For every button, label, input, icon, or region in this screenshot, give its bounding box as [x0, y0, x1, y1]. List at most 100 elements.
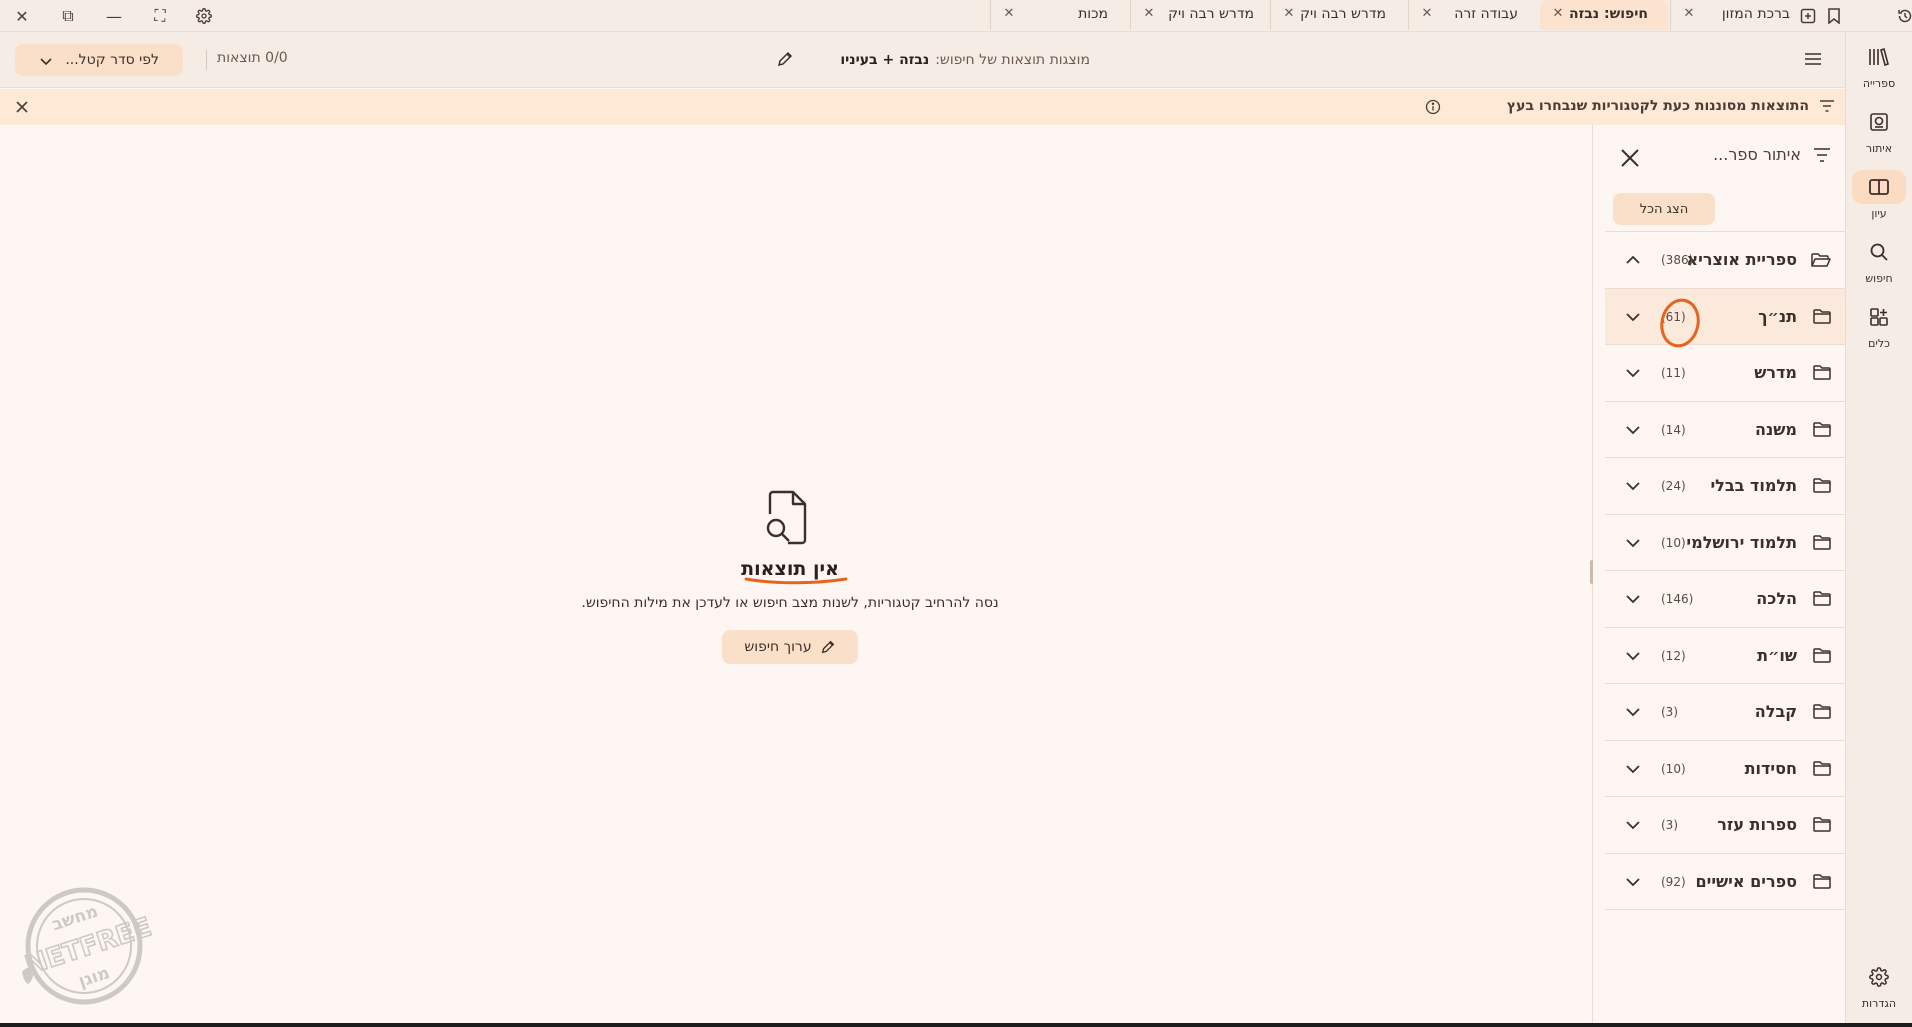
annotation-underline — [744, 577, 848, 585]
show-all-label: הצג הכל — [1639, 201, 1689, 217]
category-filter-panel: איתור ספר... הצג הכל ספריית אוצריא (386)… — [1593, 125, 1845, 1025]
folder-icon — [1813, 421, 1831, 437]
sort-order-label: לפי סדר קטל... — [65, 52, 159, 68]
tab-bar: ✕ ⧉ — ⛶ ברכת המזון ✕ חיפוש: נבזה ✕ עבודה… — [0, 0, 1912, 32]
gear-icon[interactable] — [192, 4, 216, 28]
category-label: מדרש — [1754, 363, 1797, 382]
category-row-chasidut[interactable]: חסידות (10) — [1605, 741, 1845, 797]
close-tab-icon[interactable]: ✕ — [1550, 6, 1566, 21]
chevron-down-icon[interactable] — [1625, 763, 1641, 775]
folder-icon — [1813, 704, 1831, 719]
file-search-icon — [766, 490, 807, 545]
minimize-window-icon[interactable]: — — [102, 4, 126, 28]
category-count: (11) — [1661, 366, 1686, 380]
empty-state-subtitle: נסה להרחיב קטגוריות, לשנות מצב חיפוש או … — [581, 595, 999, 611]
info-icon — [1425, 99, 1441, 115]
nav-tools[interactable]: כלים — [1852, 300, 1906, 358]
nav-settings-label: הגדרות — [1861, 997, 1897, 1010]
menu-icon[interactable] — [1804, 52, 1822, 66]
category-row-bavli[interactable]: תלמוד בבלי (24) — [1605, 458, 1845, 515]
chevron-up-icon[interactable] — [1625, 254, 1641, 266]
bookmark-icon[interactable] — [1822, 4, 1846, 28]
category-label: משנה — [1755, 419, 1797, 439]
category-label: ספריית אוצריא — [1686, 250, 1797, 269]
show-all-button[interactable]: הצג הכל — [1613, 193, 1715, 225]
nav-search[interactable]: חיפוש — [1852, 235, 1906, 293]
category-row-kabbalah[interactable]: קבלה (3) — [1605, 684, 1845, 741]
folder-icon — [1813, 591, 1831, 606]
pencil-icon[interactable] — [776, 50, 794, 68]
category-count: (3) — [1661, 705, 1678, 719]
close-tab-icon[interactable]: ✕ — [1001, 6, 1017, 21]
category-count: (24) — [1661, 479, 1686, 493]
chevron-down-icon[interactable] — [1625, 367, 1641, 379]
close-tab-icon[interactable]: ✕ — [1281, 6, 1297, 21]
chevron-down-icon[interactable] — [1625, 537, 1641, 549]
tab-birkat-hamazon[interactable]: ברכת המזון ✕ — [1670, 0, 1806, 30]
category-label: קבלה — [1754, 702, 1797, 721]
filter-info-banner: התוצאות מסוננות כעת לקטגוריות שנבחרו בעץ — [0, 89, 1845, 125]
nav-library[interactable]: ספרייה — [1852, 40, 1906, 98]
edit-search-button[interactable]: ערוך חיפוש — [722, 630, 858, 664]
nav-settings[interactable]: הגדרות — [1852, 960, 1906, 1018]
chevron-down-icon[interactable] — [1625, 480, 1641, 492]
category-count: (14) — [1661, 422, 1686, 437]
tab-makot[interactable]: מכות ✕ — [990, 0, 1128, 30]
folder-icon — [1813, 760, 1831, 776]
results-header: לפי סדר קטל... 0/0 תוצאות מוצגות תוצאות … — [0, 32, 1845, 88]
tab-avoda-zara[interactable]: עבודה זרה ✕ — [1408, 0, 1538, 30]
chevron-down-icon[interactable] — [1625, 876, 1641, 888]
fullscreen-icon[interactable]: ⛶ — [148, 4, 172, 28]
chevron-down-icon[interactable] — [1625, 424, 1641, 436]
close-tab-icon[interactable]: ✕ — [1141, 6, 1157, 21]
nav-find[interactable]: איתור — [1852, 105, 1906, 163]
search-title: מוצגות תוצאות של חיפוש: נבזה + בעיניו — [770, 46, 1090, 74]
category-row-otzaria[interactable]: ספריית אוצריא (386) — [1605, 232, 1845, 289]
chevron-down-icon[interactable] — [1625, 650, 1641, 662]
close-window-icon[interactable]: ✕ — [10, 4, 34, 28]
search-title-query: נבזה + בעיניו — [840, 52, 930, 68]
chevron-down-icon[interactable] — [1625, 311, 1641, 323]
category-row-midrash[interactable]: מדרש (11) — [1605, 345, 1845, 402]
category-row-shut[interactable]: שו״ת (12) — [1605, 628, 1845, 684]
category-label: תנ״ך — [1758, 306, 1797, 326]
tab-label: מכות — [1078, 6, 1108, 22]
tab-label: עבודה זרה — [1454, 6, 1518, 22]
category-row-tanakh[interactable]: תנ״ך (61) — [1605, 288, 1845, 345]
chevron-down-icon — [40, 58, 52, 66]
restore-window-icon[interactable]: ⧉ — [56, 4, 80, 28]
tab-label: מדרש רבה ויק — [1168, 6, 1254, 22]
nav-tools-label: כלים — [1868, 337, 1890, 350]
folder-open-icon — [1811, 253, 1831, 267]
folder-icon — [1813, 478, 1831, 493]
tab-label: מדרש רבה ויק — [1300, 6, 1386, 22]
chevron-down-icon[interactable] — [1625, 706, 1641, 718]
tab-search-active[interactable]: חיפוש: נבזה ✕ — [1540, 0, 1668, 30]
category-label: תלמוד ירושלמי — [1686, 532, 1797, 552]
folder-icon — [1813, 365, 1831, 380]
close-icon[interactable] — [14, 99, 30, 115]
chevron-down-icon[interactable] — [1625, 593, 1641, 605]
category-row-sifrut-ezer[interactable]: ספרות עזר (3) — [1605, 797, 1845, 854]
library-icon — [1852, 40, 1906, 74]
category-count: (386) — [1661, 253, 1694, 267]
filter-icon — [1820, 100, 1834, 112]
add-bookmark-icon[interactable] — [1796, 4, 1820, 28]
chevron-down-icon[interactable] — [1625, 819, 1641, 831]
history-icon[interactable] — [1893, 4, 1912, 28]
nav-study[interactable]: עיון — [1852, 170, 1906, 228]
sort-order-dropdown[interactable]: לפי סדר קטל... — [15, 44, 183, 76]
filter-icon[interactable] — [1813, 147, 1831, 163]
tab-label: ברכת המזון — [1721, 6, 1790, 22]
close-icon[interactable] — [1619, 147, 1641, 169]
book-filter-input[interactable]: איתור ספר... — [1713, 145, 1801, 164]
close-tab-icon[interactable]: ✕ — [1419, 6, 1435, 21]
category-row-yerushalmi[interactable]: תלמוד ירושלמי (10) — [1605, 515, 1845, 571]
close-tab-icon[interactable]: ✕ — [1681, 6, 1697, 21]
tab-midrash-2[interactable]: מדרש רבה ויק ✕ — [1130, 0, 1268, 30]
tab-midrash-1[interactable]: מדרש רבה ויק ✕ — [1270, 0, 1406, 30]
category-row-halacha[interactable]: הלכה (146) — [1605, 571, 1845, 628]
category-count: (10) — [1661, 535, 1686, 550]
category-row-personal-books[interactable]: ספרים אישיים (92) — [1605, 854, 1845, 910]
category-row-mishna[interactable]: משנה (14) — [1605, 402, 1845, 458]
